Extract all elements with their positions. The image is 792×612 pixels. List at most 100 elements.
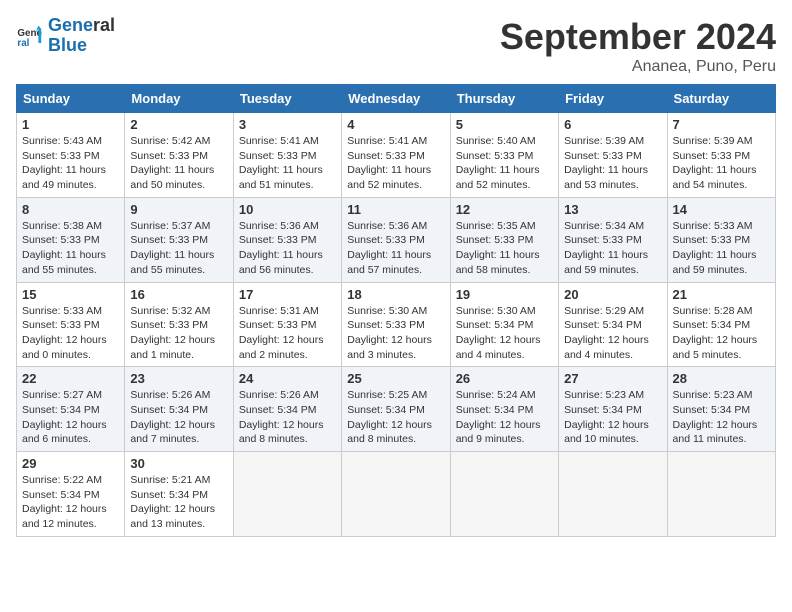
day-number: 2 xyxy=(130,117,227,132)
day-info: Sunrise: 5:24 AM Sunset: 5:34 PM Dayligh… xyxy=(456,388,553,447)
calendar-cell: 5 Sunrise: 5:40 AM Sunset: 5:33 PM Dayli… xyxy=(450,113,558,198)
calendar-cell: 14 Sunrise: 5:33 AM Sunset: 5:33 PM Dayl… xyxy=(667,197,775,282)
calendar-cell: 18 Sunrise: 5:30 AM Sunset: 5:33 PM Dayl… xyxy=(342,282,450,367)
weekday-header-row: Sunday Monday Tuesday Wednesday Thursday… xyxy=(17,85,776,113)
day-number: 6 xyxy=(564,117,661,132)
calendar-cell: 2 Sunrise: 5:42 AM Sunset: 5:33 PM Dayli… xyxy=(125,113,233,198)
day-number: 17 xyxy=(239,287,336,302)
calendar-cell: 28 Sunrise: 5:23 AM Sunset: 5:34 PM Dayl… xyxy=(667,367,775,452)
day-info: Sunrise: 5:30 AM Sunset: 5:33 PM Dayligh… xyxy=(347,304,444,363)
day-number: 10 xyxy=(239,202,336,217)
day-number: 20 xyxy=(564,287,661,302)
svg-text:ral: ral xyxy=(17,38,29,49)
day-number: 8 xyxy=(22,202,119,217)
calendar-cell: 8 Sunrise: 5:38 AM Sunset: 5:33 PM Dayli… xyxy=(17,197,125,282)
calendar-cell: 15 Sunrise: 5:33 AM Sunset: 5:33 PM Dayl… xyxy=(17,282,125,367)
day-info: Sunrise: 5:33 AM Sunset: 5:33 PM Dayligh… xyxy=(673,219,770,278)
day-number: 24 xyxy=(239,371,336,386)
day-info: Sunrise: 5:29 AM Sunset: 5:34 PM Dayligh… xyxy=(564,304,661,363)
day-number: 21 xyxy=(673,287,770,302)
header-friday: Friday xyxy=(559,85,667,113)
calendar-cell: 21 Sunrise: 5:28 AM Sunset: 5:34 PM Dayl… xyxy=(667,282,775,367)
day-info: Sunrise: 5:36 AM Sunset: 5:33 PM Dayligh… xyxy=(347,219,444,278)
calendar-cell: 19 Sunrise: 5:30 AM Sunset: 5:34 PM Dayl… xyxy=(450,282,558,367)
calendar-cell: 22 Sunrise: 5:27 AM Sunset: 5:34 PM Dayl… xyxy=(17,367,125,452)
calendar-cell: 23 Sunrise: 5:26 AM Sunset: 5:34 PM Dayl… xyxy=(125,367,233,452)
day-info: Sunrise: 5:39 AM Sunset: 5:33 PM Dayligh… xyxy=(564,134,661,193)
day-number: 30 xyxy=(130,456,227,471)
header-tuesday: Tuesday xyxy=(233,85,341,113)
day-info: Sunrise: 5:37 AM Sunset: 5:33 PM Dayligh… xyxy=(130,219,227,278)
day-number: 12 xyxy=(456,202,553,217)
month-year-title: September 2024 xyxy=(500,16,776,58)
header-saturday: Saturday xyxy=(667,85,775,113)
day-info: Sunrise: 5:28 AM Sunset: 5:34 PM Dayligh… xyxy=(673,304,770,363)
calendar-cell: 3 Sunrise: 5:41 AM Sunset: 5:33 PM Dayli… xyxy=(233,113,341,198)
day-number: 18 xyxy=(347,287,444,302)
title-area: September 2024 Ananea, Puno, Peru xyxy=(500,16,776,76)
calendar-cell: 16 Sunrise: 5:32 AM Sunset: 5:33 PM Dayl… xyxy=(125,282,233,367)
day-number: 13 xyxy=(564,202,661,217)
day-info: Sunrise: 5:42 AM Sunset: 5:33 PM Dayligh… xyxy=(130,134,227,193)
day-number: 4 xyxy=(347,117,444,132)
header-monday: Monday xyxy=(125,85,233,113)
page-header: Gene ral General Blue September 2024 Ana… xyxy=(16,16,776,76)
day-info: Sunrise: 5:32 AM Sunset: 5:33 PM Dayligh… xyxy=(130,304,227,363)
calendar-cell: 6 Sunrise: 5:39 AM Sunset: 5:33 PM Dayli… xyxy=(559,113,667,198)
day-info: Sunrise: 5:34 AM Sunset: 5:33 PM Dayligh… xyxy=(564,219,661,278)
calendar-cell: 10 Sunrise: 5:36 AM Sunset: 5:33 PM Dayl… xyxy=(233,197,341,282)
calendar-cell: 11 Sunrise: 5:36 AM Sunset: 5:33 PM Dayl… xyxy=(342,197,450,282)
calendar-cell: 7 Sunrise: 5:39 AM Sunset: 5:33 PM Dayli… xyxy=(667,113,775,198)
calendar-cell: 9 Sunrise: 5:37 AM Sunset: 5:33 PM Dayli… xyxy=(125,197,233,282)
day-info: Sunrise: 5:21 AM Sunset: 5:34 PM Dayligh… xyxy=(130,473,227,532)
calendar-cell: 4 Sunrise: 5:41 AM Sunset: 5:33 PM Dayli… xyxy=(342,113,450,198)
header-thursday: Thursday xyxy=(450,85,558,113)
day-number: 1 xyxy=(22,117,119,132)
logo-text-line1: General xyxy=(48,16,115,36)
day-number: 14 xyxy=(673,202,770,217)
header-wednesday: Wednesday xyxy=(342,85,450,113)
day-info: Sunrise: 5:36 AM Sunset: 5:33 PM Dayligh… xyxy=(239,219,336,278)
calendar-cell: 20 Sunrise: 5:29 AM Sunset: 5:34 PM Dayl… xyxy=(559,282,667,367)
day-info: Sunrise: 5:41 AM Sunset: 5:33 PM Dayligh… xyxy=(347,134,444,193)
calendar-cell: 29 Sunrise: 5:22 AM Sunset: 5:34 PM Dayl… xyxy=(17,452,125,537)
day-info: Sunrise: 5:30 AM Sunset: 5:34 PM Dayligh… xyxy=(456,304,553,363)
day-info: Sunrise: 5:31 AM Sunset: 5:33 PM Dayligh… xyxy=(239,304,336,363)
day-number: 9 xyxy=(130,202,227,217)
day-number: 27 xyxy=(564,371,661,386)
day-info: Sunrise: 5:26 AM Sunset: 5:34 PM Dayligh… xyxy=(239,388,336,447)
day-number: 23 xyxy=(130,371,227,386)
calendar-cell xyxy=(233,452,341,537)
day-number: 11 xyxy=(347,202,444,217)
logo-text-line2: Blue xyxy=(48,36,115,56)
calendar-cell: 13 Sunrise: 5:34 AM Sunset: 5:33 PM Dayl… xyxy=(559,197,667,282)
logo: Gene ral General Blue xyxy=(16,16,115,56)
day-number: 29 xyxy=(22,456,119,471)
day-info: Sunrise: 5:40 AM Sunset: 5:33 PM Dayligh… xyxy=(456,134,553,193)
day-number: 3 xyxy=(239,117,336,132)
day-number: 16 xyxy=(130,287,227,302)
day-number: 25 xyxy=(347,371,444,386)
calendar-cell xyxy=(450,452,558,537)
calendar-cell: 30 Sunrise: 5:21 AM Sunset: 5:34 PM Dayl… xyxy=(125,452,233,537)
day-number: 19 xyxy=(456,287,553,302)
day-info: Sunrise: 5:27 AM Sunset: 5:34 PM Dayligh… xyxy=(22,388,119,447)
calendar-cell: 25 Sunrise: 5:25 AM Sunset: 5:34 PM Dayl… xyxy=(342,367,450,452)
day-number: 28 xyxy=(673,371,770,386)
day-number: 15 xyxy=(22,287,119,302)
logo-icon: Gene ral xyxy=(16,22,44,50)
day-info: Sunrise: 5:23 AM Sunset: 5:34 PM Dayligh… xyxy=(564,388,661,447)
day-info: Sunrise: 5:23 AM Sunset: 5:34 PM Dayligh… xyxy=(673,388,770,447)
day-info: Sunrise: 5:41 AM Sunset: 5:33 PM Dayligh… xyxy=(239,134,336,193)
header-sunday: Sunday xyxy=(17,85,125,113)
calendar-cell: 24 Sunrise: 5:26 AM Sunset: 5:34 PM Dayl… xyxy=(233,367,341,452)
day-number: 22 xyxy=(22,371,119,386)
day-info: Sunrise: 5:25 AM Sunset: 5:34 PM Dayligh… xyxy=(347,388,444,447)
day-info: Sunrise: 5:22 AM Sunset: 5:34 PM Dayligh… xyxy=(22,473,119,532)
calendar-cell: 27 Sunrise: 5:23 AM Sunset: 5:34 PM Dayl… xyxy=(559,367,667,452)
calendar-table: Sunday Monday Tuesday Wednesday Thursday… xyxy=(16,84,776,537)
day-info: Sunrise: 5:38 AM Sunset: 5:33 PM Dayligh… xyxy=(22,219,119,278)
day-info: Sunrise: 5:43 AM Sunset: 5:33 PM Dayligh… xyxy=(22,134,119,193)
day-info: Sunrise: 5:26 AM Sunset: 5:34 PM Dayligh… xyxy=(130,388,227,447)
day-info: Sunrise: 5:33 AM Sunset: 5:33 PM Dayligh… xyxy=(22,304,119,363)
